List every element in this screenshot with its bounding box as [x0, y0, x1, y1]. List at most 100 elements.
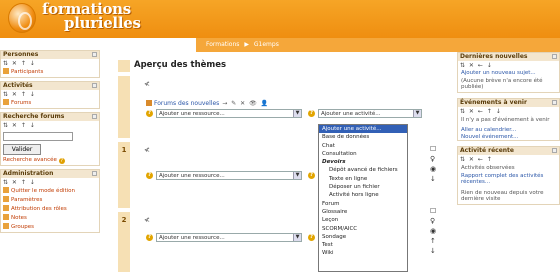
new-event-link[interactable]: Nouvel événement... — [458, 134, 559, 141]
help-icon[interactable]: ? — [146, 234, 153, 241]
block-title: Dernières nouvelles — [458, 53, 559, 61]
block-controls[interactable]: ⇅ ✕ ↑ ↓ — [1, 178, 99, 187]
forums-link[interactable]: Forums — [1, 99, 99, 108]
dropdown-option[interactable]: Texte en ligne — [319, 175, 407, 183]
latest-news-block: Dernières nouvelles ⇅ ✕ ← ↓ Ajouter un n… — [457, 52, 560, 93]
collapse-icon[interactable] — [92, 114, 97, 119]
block-controls[interactable]: ⇅ ✕ ← ↑ — [458, 155, 559, 164]
dropdown-option[interactable]: Ajouter une activité... — [319, 125, 407, 134]
forum-edit-tools[interactable]: → ✎ ✕ 👁 👤 — [222, 100, 269, 107]
dropdown-option[interactable]: Glossaire — [319, 208, 407, 216]
settings-icon — [3, 196, 9, 202]
admin-link-settings[interactable]: Paramètres — [1, 196, 99, 205]
advanced-search-link[interactable]: Recherche avancée ? — [1, 156, 99, 165]
people-block: Personnes ⇅ ✕ ↑ ↓ Participants — [0, 50, 100, 78]
observed-activities-text: Activités observées — [461, 165, 515, 171]
chevron-down-icon: ▼ — [293, 110, 301, 117]
eye-icon[interactable]: ◉ — [430, 226, 436, 236]
breadcrumb-separator: ▶ — [244, 41, 249, 48]
grades-icon — [3, 214, 9, 220]
upcoming-events-block: Événements à venir ⇅ ✕ ← ↑ ↓ Il n'y a pa… — [457, 97, 560, 141]
move-arrow-icon[interactable]: ≮ — [144, 80, 150, 88]
chevron-down-icon: ▼ — [413, 110, 421, 117]
highlight-icon[interactable]: ☐ — [430, 144, 436, 154]
help-icon[interactable]: ? — [308, 172, 315, 179]
help-icon[interactable]: ? — [146, 110, 153, 117]
collapse-icon[interactable] — [552, 99, 557, 105]
help-icon[interactable]: ? — [146, 172, 153, 179]
activity-dropdown-list[interactable]: Ajouter une activité... Base de données … — [318, 124, 408, 272]
dropdown-option[interactable]: Leçon — [319, 216, 407, 224]
nothing-new-text: Rien de nouveau depuis votre dernière vi… — [461, 189, 544, 203]
forum-news-link[interactable]: Forums des nouvelles — [154, 100, 219, 107]
admin-link-groups[interactable]: Groupes — [1, 223, 99, 232]
edit-icon — [3, 187, 9, 193]
block-controls[interactable]: ⇅ ✕ ← ↓ — [458, 61, 559, 70]
dropdown-option[interactable]: Wiki — [319, 249, 407, 257]
admin-block: Administration ⇅ ✕ ↑ ↓ Quitter le mode é… — [0, 169, 100, 233]
breadcrumb-bar: Formations ▶ G1emps — [196, 38, 560, 52]
help-icon[interactable]: ? — [58, 158, 65, 164]
dropdown-option[interactable]: Déposer un fichier — [319, 183, 407, 191]
light-bulb-icon[interactable]: ♀ — [430, 216, 436, 226]
dropdown-option[interactable]: Chat — [319, 142, 407, 150]
participants-link[interactable]: Participants — [1, 68, 99, 77]
collapse-icon[interactable] — [92, 171, 97, 176]
collapse-icon[interactable] — [552, 54, 557, 59]
move-arrow-icon[interactable]: ≮ — [144, 146, 150, 154]
dropdown-option[interactable]: Dépôt avancé de fichiers — [319, 166, 407, 174]
left-column: Personnes ⇅ ✕ ↑ ↓ Participants Activités… — [0, 50, 100, 279]
arrow-up-icon[interactable]: ↑ — [430, 236, 436, 246]
help-icon[interactable]: ? — [308, 110, 315, 117]
admin-link-edit[interactable]: Quitter le mode édition — [1, 187, 99, 196]
breadcrumb-home[interactable]: Formations — [206, 41, 239, 48]
search-input[interactable] — [3, 132, 73, 141]
dropdown-option[interactable]: SCORM/AICC — [319, 225, 407, 233]
dropdown-option[interactable]: Base de données — [319, 133, 407, 141]
add-resource-select[interactable]: Ajouter une ressource... ▼ — [156, 233, 302, 242]
highlight-icon[interactable]: ☐ — [430, 206, 436, 216]
block-controls[interactable]: ⇅ ✕ ↑ ↓ — [1, 90, 99, 99]
search-block: Recherche forums ⇅ ✕ ↑ ↓ Valider Recherc… — [0, 112, 100, 166]
add-activity-select[interactable]: Ajouter une activité... ▼ — [318, 109, 422, 118]
arrow-down-icon[interactable]: ↓ — [430, 246, 436, 256]
dropdown-option[interactable]: Forum — [319, 200, 407, 208]
dropdown-option[interactable]: Consultation — [319, 150, 407, 158]
chevron-down-icon: ▼ — [293, 172, 301, 179]
admin-link-roles[interactable]: Attribution des rôles — [1, 205, 99, 214]
logo-icon — [8, 3, 36, 33]
eye-icon[interactable]: ◉ — [430, 164, 436, 174]
forum-icon — [3, 99, 9, 105]
block-title: Activité récente — [458, 147, 559, 155]
add-resource-select[interactable]: Ajouter une ressource... ▼ — [156, 171, 302, 180]
dropdown-group-label: Devoirs — [322, 159, 346, 166]
news-empty-text: (Aucune brève n'a encore été publiée) — [461, 77, 543, 91]
dropdown-option[interactable]: Activité hors ligne — [319, 191, 407, 199]
roles-icon — [3, 205, 9, 211]
add-resource-select[interactable]: Ajouter une ressource... ▼ — [156, 109, 302, 118]
page-title: Aperçu des thèmes — [134, 60, 227, 70]
light-bulb-icon[interactable]: ♀ — [430, 154, 436, 164]
help-icon[interactable]: ? — [308, 234, 315, 241]
collapse-icon[interactable] — [92, 83, 97, 88]
collapse-icon[interactable] — [552, 148, 557, 153]
collapse-icon[interactable] — [92, 52, 97, 57]
block-controls[interactable]: ⇅ ✕ ↑ ↓ — [1, 121, 99, 130]
forum-icon — [146, 100, 152, 106]
dropdown-option[interactable]: Sondage — [319, 233, 407, 241]
logo[interactable]: formations plurielles — [42, 2, 141, 31]
people-icon — [3, 68, 9, 74]
header: formations plurielles — [0, 0, 560, 38]
move-arrow-icon[interactable]: ≮ — [144, 216, 150, 224]
section-strip — [118, 60, 130, 72]
search-submit-button[interactable]: Valider — [3, 144, 41, 155]
full-report-link[interactable]: Rapport complet des activités récentes..… — [458, 173, 559, 186]
admin-link-grades[interactable]: Notes — [1, 214, 99, 223]
chevron-down-icon: ▼ — [293, 234, 301, 241]
breadcrumb: Formations ▶ G1emps — [206, 41, 282, 48]
block-controls[interactable]: ⇅ ✕ ← ↑ ↓ — [458, 107, 559, 116]
dropdown-option[interactable]: Test — [319, 241, 407, 249]
arrow-down-icon[interactable]: ↓ — [430, 174, 436, 184]
block-controls[interactable]: ⇅ ✕ ↑ ↓ — [1, 59, 99, 68]
section-number: 1 — [118, 142, 130, 208]
